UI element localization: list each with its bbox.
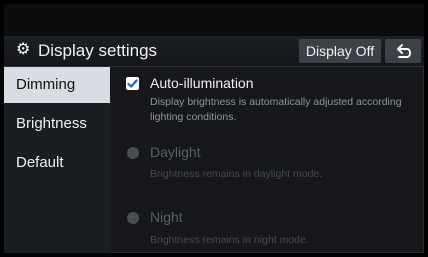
display-off-button[interactable]: Display Off (299, 39, 381, 63)
night-desc: Brightness remains in night mode. (150, 234, 309, 246)
daylight-desc: Brightness remains in daylight mode. (150, 168, 323, 180)
header-bar: ⚙ Display settings Display Off (4, 36, 424, 67)
sidebar-item-dimming[interactable]: Dimming (4, 67, 110, 103)
auto-illumination-desc-line2: lighting conditions. (150, 111, 237, 123)
auto-illumination-label[interactable]: Auto-illumination (150, 75, 254, 91)
auto-illumination-checkbox[interactable] (126, 77, 139, 90)
back-arrow-icon (397, 44, 411, 58)
auto-illumination-desc-line1: Display brightness is automatically adju… (150, 96, 402, 108)
daylight-radio[interactable] (127, 147, 139, 159)
back-button[interactable] (385, 39, 421, 63)
night-radio[interactable] (127, 212, 139, 224)
sidebar: Dimming Brightness Default (4, 67, 110, 253)
display-settings-screen: ⚙ Display settings Display Off Dimming B… (4, 4, 424, 253)
daylight-label[interactable]: Daylight (150, 144, 201, 160)
night-label[interactable]: Night (150, 209, 183, 225)
check-icon (127, 79, 138, 88)
dimming-options-panel: Auto-illumination Display brightness is … (110, 67, 424, 253)
page-title: Display settings (38, 41, 158, 60)
sidebar-item-default[interactable]: Default (4, 145, 110, 181)
sidebar-item-brightness[interactable]: Brightness (4, 106, 110, 142)
gear-icon: ⚙ (16, 41, 31, 58)
top-status-bar (4, 4, 424, 36)
